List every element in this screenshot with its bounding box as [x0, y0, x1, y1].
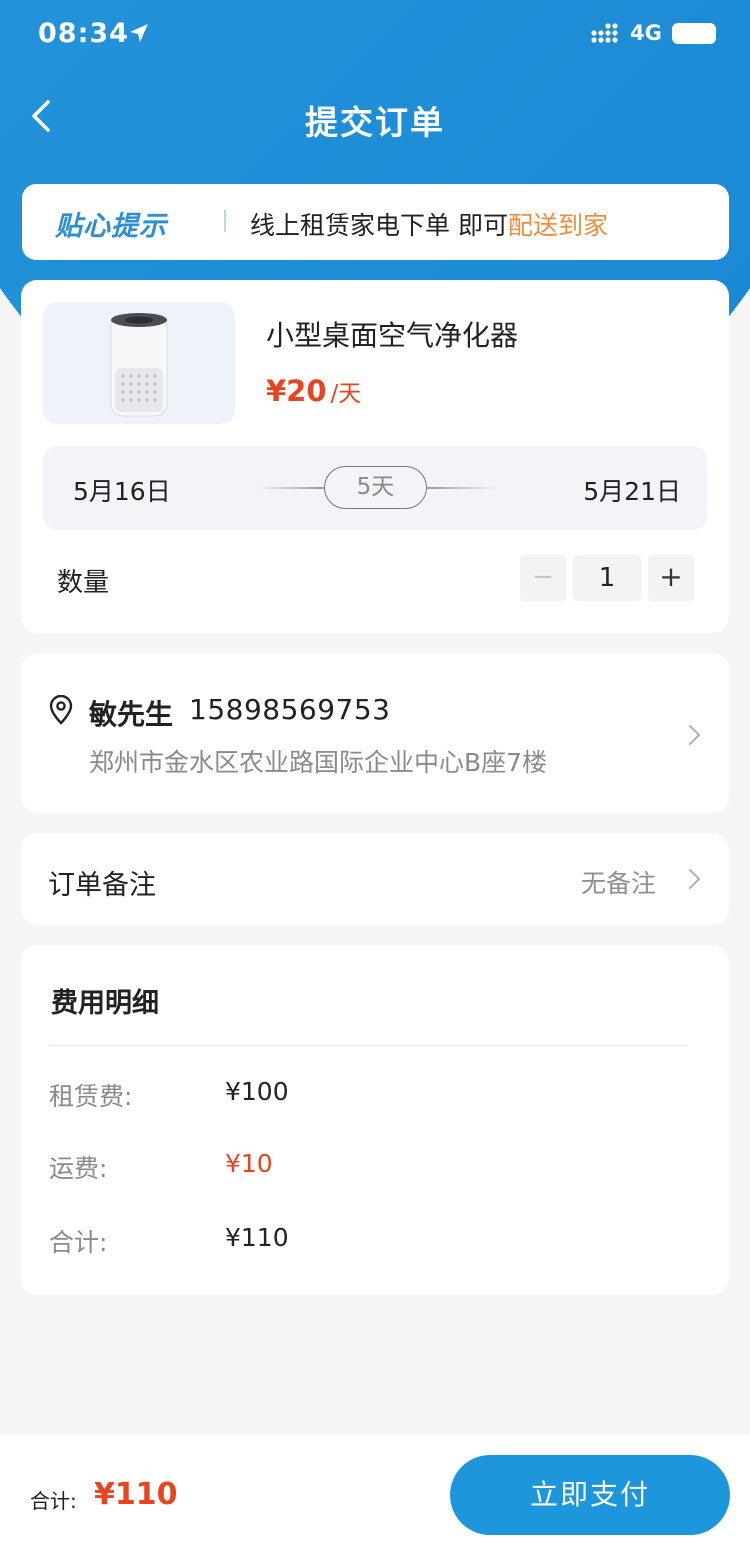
start-date: 5月16日: [73, 477, 171, 506]
air-purifier-icon: [110, 313, 168, 417]
address-card[interactable]: 敏先生 15898569753 郑州市金水区农业路国际企业中心B座7楼: [21, 653, 729, 813]
fee-value: ¥10: [225, 1149, 273, 1178]
end-date: 5月21日: [583, 477, 681, 506]
product-price: ¥20/天: [266, 374, 361, 408]
status-bar: 08:34 4G: [0, 0, 750, 70]
remark-label: 订单备注: [48, 870, 156, 901]
quantity-value[interactable]: 1: [573, 555, 641, 601]
period-line-right: [426, 487, 498, 489]
total-label: 合计:: [30, 1489, 77, 1513]
rental-duration: 5天: [324, 466, 427, 509]
rental-period[interactable]: 5月16日 5天 5月21日: [43, 446, 707, 530]
tip-banner: 贴心提示 线上租赁家电下单 即可配送到家: [22, 184, 729, 260]
fee-value: ¥100: [225, 1077, 289, 1106]
pay-now-button[interactable]: 立即支付: [450, 1455, 730, 1535]
nav-bar: 提交订单: [0, 80, 750, 152]
fee-label: 合计:: [49, 1228, 108, 1257]
product-image[interactable]: [43, 302, 235, 424]
page-title: 提交订单: [305, 103, 445, 142]
signal-icon: [591, 23, 618, 43]
fee-divider: [49, 1045, 687, 1046]
network-type: 4G: [630, 21, 662, 45]
period-line-left: [255, 487, 325, 489]
tip-separator: [224, 210, 226, 232]
tip-highlight: 配送到家: [507, 211, 608, 240]
recipient-phone: 15898569753: [189, 693, 391, 726]
checkout-bar: 合计: ¥110 立即支付: [0, 1435, 750, 1555]
chevron-right-icon: [688, 724, 701, 746]
address-detail: 郑州市金水区农业路国际企业中心B座7楼: [89, 748, 548, 777]
fee-label: 运费:: [49, 1154, 108, 1183]
remark-value: 无备注: [581, 869, 657, 898]
chevron-right-icon: [688, 868, 701, 890]
increase-button[interactable]: +: [648, 555, 694, 601]
battery-icon: [672, 23, 716, 44]
quantity-label: 数量: [57, 568, 110, 598]
total-amount: ¥110: [94, 1477, 178, 1512]
fee-value: ¥110: [225, 1223, 289, 1252]
fee-details-card: 费用明细 租赁费: ¥100 运费: ¥10 合计: ¥110: [21, 945, 729, 1295]
status-time: 08:34: [38, 18, 129, 49]
fee-title: 费用明细: [51, 988, 159, 1019]
price-amount: ¥20: [266, 374, 327, 408]
location-pin-icon: [49, 695, 73, 725]
tip-text: 线上租赁家电下单 即可配送到家: [250, 206, 608, 242]
location-arrow-icon: [130, 24, 148, 42]
price-unit: /天: [330, 381, 362, 407]
fee-label: 租赁费:: [49, 1082, 133, 1111]
recipient-name: 敏先生: [89, 698, 174, 731]
tip-text-main: 线上租赁家电下单 即可: [250, 211, 508, 240]
tip-tag: 贴心提示: [55, 211, 167, 242]
decrease-button[interactable]: −: [520, 555, 566, 601]
product-name: 小型桌面空气净化器: [266, 319, 519, 352]
order-remark-row[interactable]: 订单备注 无备注: [21, 833, 729, 925]
product-card: 小型桌面空气净化器 ¥20/天 5月16日 5天 5月21日 数量 − 1 +: [21, 280, 729, 633]
